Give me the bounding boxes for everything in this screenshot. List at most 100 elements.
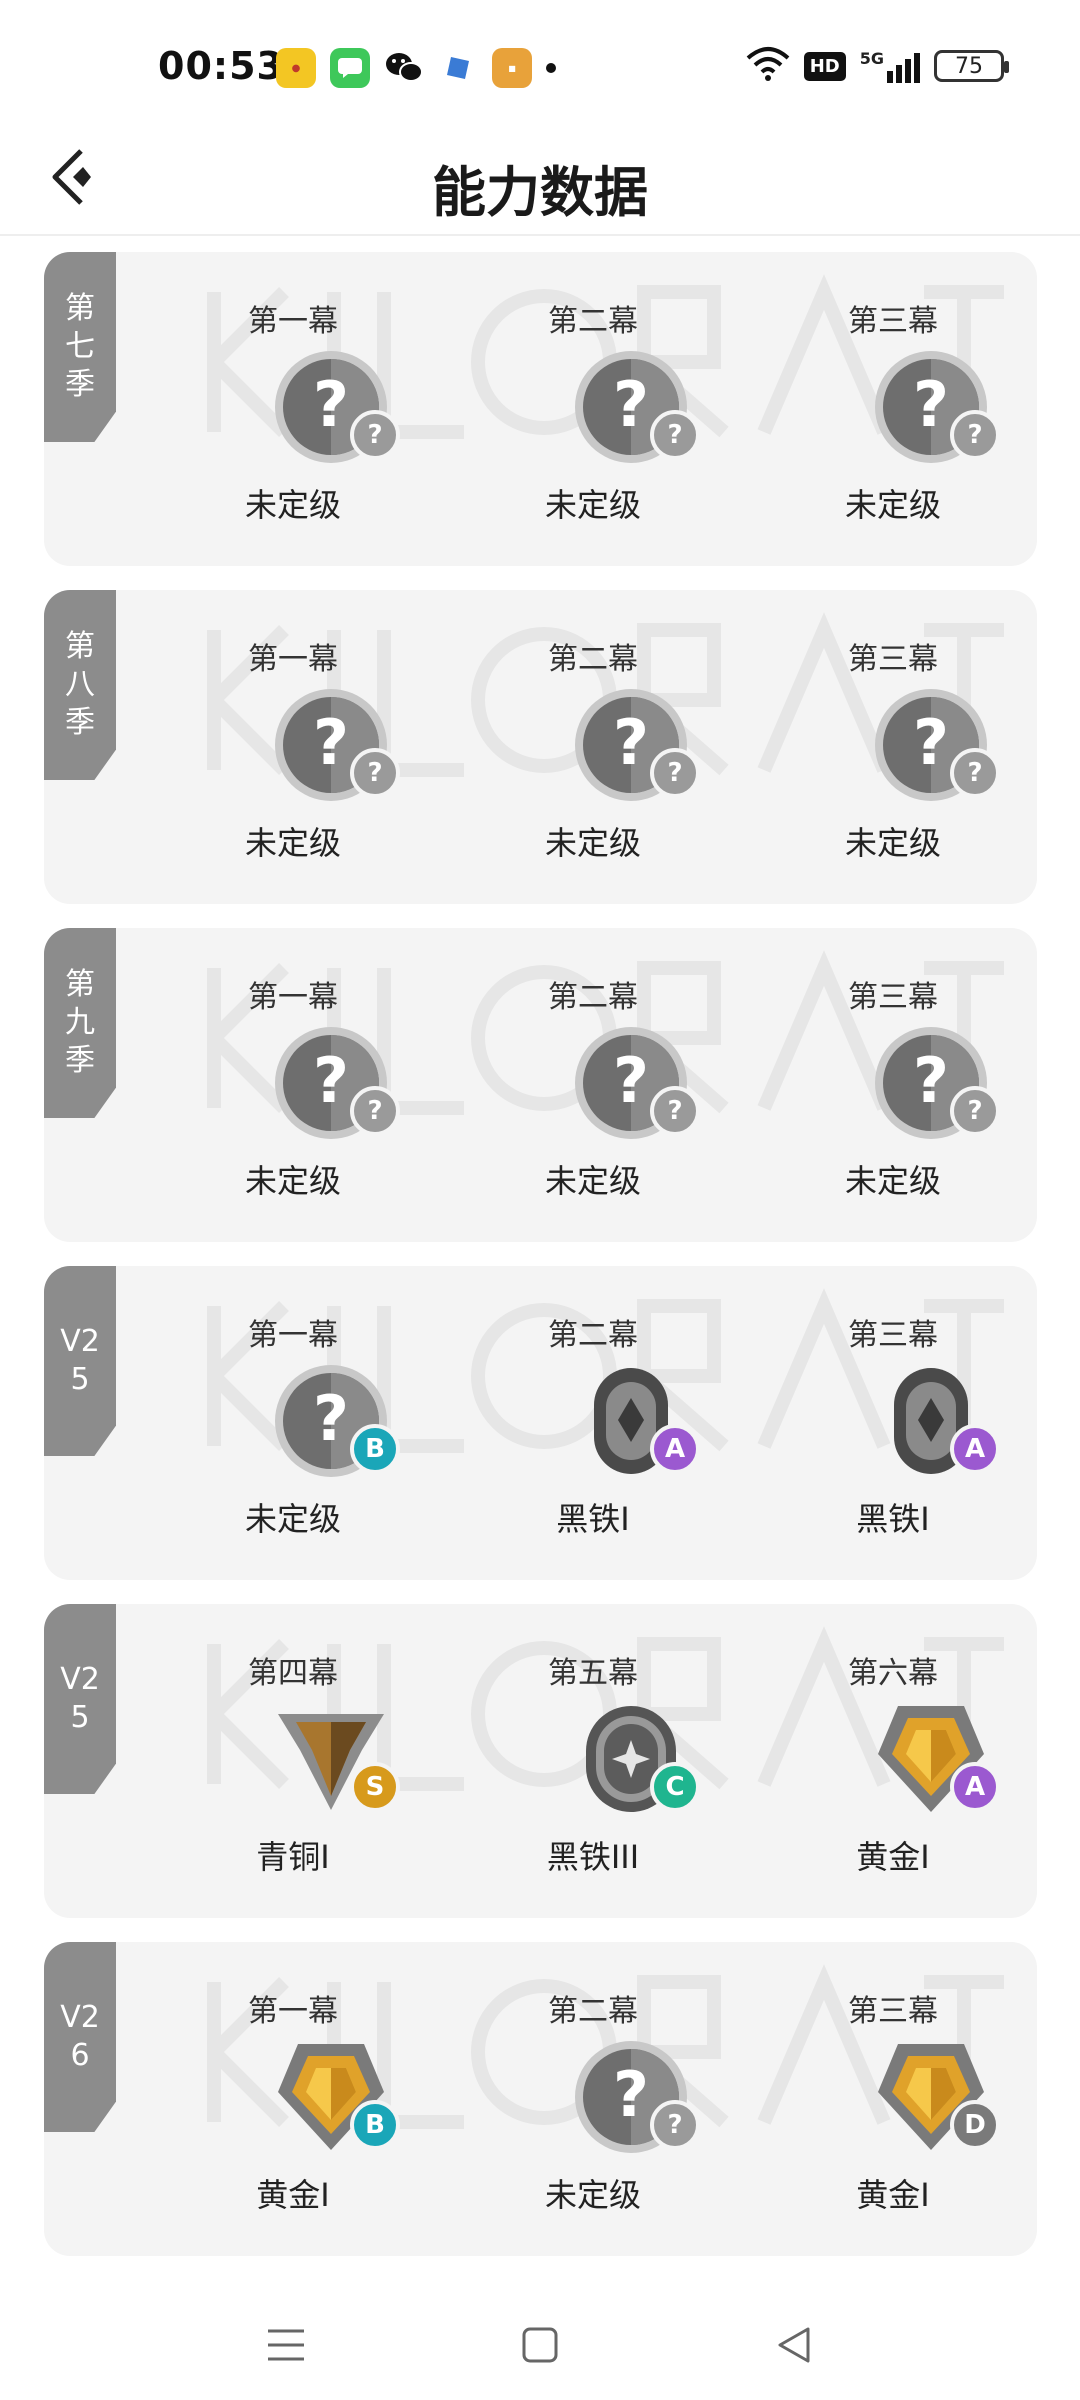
- tier-badge: C: [650, 1762, 700, 1812]
- act-item[interactable]: 第一幕?? 未定级: [164, 252, 464, 566]
- act-row: 第一幕?? 未定级 第二幕?? 未定级 第三幕?? 未定级: [164, 590, 1037, 904]
- svg-text:?: ?: [613, 706, 649, 779]
- home-button[interactable]: [510, 2315, 570, 2375]
- tier-badge: ?: [950, 410, 1000, 460]
- svg-text:?: ?: [313, 1382, 349, 1455]
- act-label: 第三幕: [848, 304, 938, 339]
- act-item[interactable]: 第二幕?? 未定级: [464, 590, 764, 904]
- act-label: 第一幕: [248, 1994, 338, 2029]
- rank-emblem: ??: [872, 348, 1000, 468]
- act-row: 第一幕? B 未定级 第二幕 A 黑铁I 第三幕 A 黑铁I: [164, 1266, 1037, 1580]
- season-card: 第八季 第一幕?? 未定级 第二幕?? 未定级 第三幕?? 未定级: [44, 590, 1037, 904]
- act-label: 第三幕: [848, 1994, 938, 2029]
- system-nav-bar: [0, 2290, 1080, 2400]
- rank-emblem: ??: [272, 348, 400, 468]
- act-item[interactable]: 第一幕 B 黄金I: [164, 1942, 464, 2256]
- more-notifications-dot: [546, 63, 556, 73]
- act-label: 第二幕: [548, 1994, 638, 2029]
- act-label: 第二幕: [548, 304, 638, 339]
- rank-emblem: A: [872, 1362, 1000, 1482]
- network-type-label: 5G: [859, 49, 884, 68]
- season-label: 第八季: [65, 629, 95, 740]
- act-item[interactable]: 第三幕 A 黑铁I: [764, 1266, 1037, 1580]
- tier-badge: A: [950, 1762, 1000, 1812]
- browser-app-icon: [438, 48, 478, 88]
- tier-badge: ?: [650, 2100, 700, 2150]
- season-card: 第九季 第一幕?? 未定级 第二幕?? 未定级 第三幕?? 未定级: [44, 928, 1037, 1242]
- rank-emblem: ??: [272, 1024, 400, 1144]
- tier-badge: ?: [950, 748, 1000, 798]
- rank-emblem: D: [872, 2038, 1000, 2158]
- rank-name: 未定级: [544, 1162, 641, 1200]
- rank-name: 未定级: [844, 1162, 941, 1200]
- act-item[interactable]: 第二幕?? 未定级: [464, 1942, 764, 2256]
- act-label: 第一幕: [248, 304, 338, 339]
- act-item[interactable]: 第三幕?? 未定级: [764, 252, 1037, 566]
- act-item[interactable]: 第一幕? B 未定级: [164, 1266, 464, 1580]
- rank-name: 未定级: [844, 486, 941, 524]
- act-label: 第六幕: [848, 1656, 938, 1691]
- act-item[interactable]: 第三幕 D 黄金I: [764, 1942, 1037, 2256]
- tier-badge: ?: [650, 748, 700, 798]
- season-card: V25 第四幕 S 青铜I 第五幕 C 黑铁III 第六幕 A 黄金I: [44, 1604, 1037, 1918]
- rank-name: 黄金I: [256, 2176, 330, 2214]
- act-item[interactable]: 第一幕?? 未定级: [164, 928, 464, 1242]
- rank-name: 黑铁I: [556, 1500, 630, 1538]
- rank-emblem: ? B: [272, 1362, 400, 1482]
- game-app-icon: ■: [492, 48, 532, 88]
- tier-badge: D: [950, 2100, 1000, 2150]
- act-item[interactable]: 第四幕 S 青铜I: [164, 1604, 464, 1918]
- season-tab: V26: [44, 1942, 116, 2132]
- svg-text:?: ?: [913, 706, 949, 779]
- rank-name: 未定级: [244, 486, 341, 524]
- act-item[interactable]: 第三幕?? 未定级: [764, 590, 1037, 904]
- act-row: 第四幕 S 青铜I 第五幕 C 黑铁III 第六幕 A 黄金I: [164, 1604, 1037, 1918]
- hd-badge: HD: [803, 51, 846, 81]
- season-tab: 第八季: [44, 590, 116, 780]
- svg-text:?: ?: [613, 2058, 649, 2131]
- rank-emblem: A: [872, 1700, 1000, 1820]
- menu-button[interactable]: [256, 2315, 316, 2375]
- rank-emblem: ??: [572, 2038, 700, 2158]
- act-item[interactable]: 第五幕 C 黑铁III: [464, 1604, 764, 1918]
- tier-badge: B: [350, 2100, 400, 2150]
- svg-text:?: ?: [313, 706, 349, 779]
- act-label: 第五幕: [548, 1656, 638, 1691]
- act-row: 第一幕?? 未定级 第二幕?? 未定级 第三幕?? 未定级: [164, 928, 1037, 1242]
- tier-badge: S: [350, 1762, 400, 1812]
- act-item[interactable]: 第二幕 A 黑铁I: [464, 1266, 764, 1580]
- act-label: 第三幕: [848, 1318, 938, 1353]
- season-label: 第七季: [65, 291, 95, 402]
- status-indicators: HD 5G 75: [746, 46, 1009, 86]
- message-app-icon: [330, 48, 370, 88]
- page-title: 能力数据: [432, 161, 648, 224]
- act-item[interactable]: 第二幕?? 未定级: [464, 928, 764, 1242]
- rank-emblem: ??: [572, 348, 700, 468]
- back-nav-button[interactable]: [764, 2315, 824, 2375]
- status-bar: 00:53 ● ■ HD 5G 75: [0, 0, 1080, 140]
- season-label: V25: [60, 1662, 100, 1735]
- home-square-icon: [522, 2327, 558, 2363]
- battery-icon: 75: [934, 50, 1009, 82]
- rank-emblem: ??: [272, 686, 400, 806]
- tier-badge: B: [350, 1424, 400, 1474]
- rank-name: 黄金I: [856, 1838, 930, 1876]
- act-label: 第二幕: [548, 980, 638, 1015]
- rank-name: 未定级: [244, 1500, 341, 1538]
- svg-text:?: ?: [613, 1044, 649, 1117]
- status-time: 00:53: [158, 44, 284, 88]
- season-card: V26 第一幕 B 黄金I 第二幕?? 未定级 第三幕 D 黄金I: [44, 1942, 1037, 2256]
- season-card: V25 第一幕? B 未定级 第二幕 A 黑铁I 第三幕 A 黑铁I: [44, 1266, 1037, 1580]
- season-card: 第七季 第一幕?? 未定级 第二幕?? 未定级 第三幕?? 未定级: [44, 252, 1037, 566]
- tier-badge: ?: [350, 410, 400, 460]
- act-label: 第一幕: [248, 1318, 338, 1353]
- season-label: V25: [60, 1324, 100, 1397]
- act-item[interactable]: 第六幕 A 黄金I: [764, 1604, 1037, 1918]
- season-list: 第七季 第一幕?? 未定级 第二幕?? 未定级 第三幕?? 未定级 第八季 第一幕?? 未定级 第二…: [0, 252, 1080, 2280]
- act-item[interactable]: 第二幕?? 未定级: [464, 252, 764, 566]
- act-item[interactable]: 第一幕?? 未定级: [164, 590, 464, 904]
- svg-text:?: ?: [313, 368, 349, 441]
- act-item[interactable]: 第三幕?? 未定级: [764, 928, 1037, 1242]
- rank-name: 黑铁I: [856, 1500, 930, 1538]
- season-label: 第九季: [65, 967, 95, 1078]
